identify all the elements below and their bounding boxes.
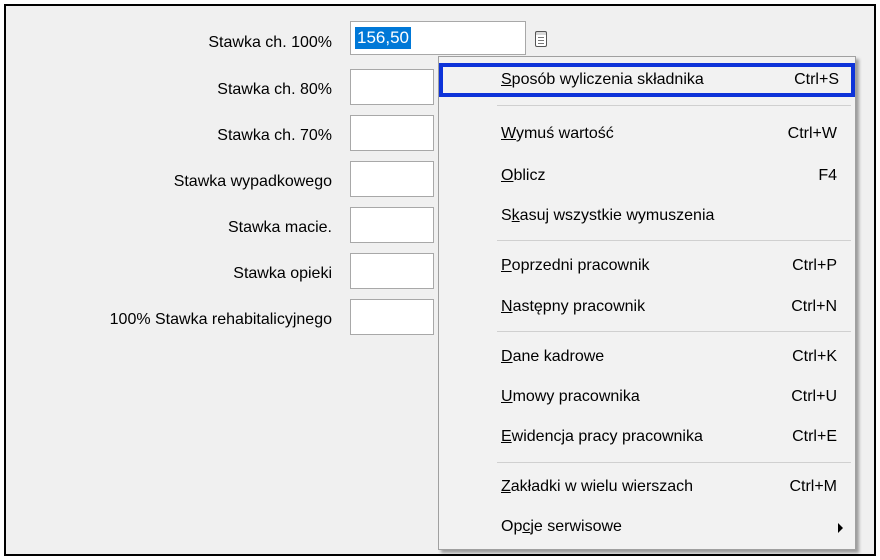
menu-item-zakladki-w-wielu-wierszach[interactable]: Zakładki w wielu wierszach Ctrl+M: [439, 470, 855, 504]
stawka-macie-input[interactable]: [350, 207, 434, 243]
selected-value-text: 156,50: [355, 27, 411, 49]
menu-item-label: Oblicz: [501, 167, 546, 184]
menu-item-shortcut: Ctrl+W: [787, 125, 837, 142]
menu-item-poprzedni-pracownik[interactable]: Poprzedni pracownik Ctrl+P: [439, 249, 855, 283]
menu-item-label: Zakładki w wielu wierszach: [501, 478, 694, 495]
menu-item-wymus-wartosc[interactable]: Wymuś wartość Ctrl+W: [439, 117, 855, 151]
stawka-70-input[interactable]: [350, 115, 434, 151]
menu-separator: [497, 240, 851, 241]
menu-item-shortcut: Ctrl+M: [789, 478, 837, 495]
menu-item-ewidencja-pracy[interactable]: Ewidencja pracy pracownika Ctrl+E: [439, 420, 855, 454]
menu-item-label: Ewidencja pracy pracownika: [501, 428, 703, 445]
calculator-icon[interactable]: [535, 31, 547, 47]
menu-item-shortcut: Ctrl+N: [791, 298, 837, 315]
label-stawka-100: Stawka ch. 100%: [208, 34, 332, 51]
menu-item-sposob-wyliczenia[interactable]: Sposób wyliczenia składnika Ctrl+S: [439, 63, 855, 97]
menu-item-opcje-serwisowe[interactable]: Opcje serwisowe: [439, 510, 855, 544]
menu-item-shortcut: Ctrl+S: [794, 71, 839, 88]
menu-item-skasuj-wymuszenia[interactable]: Skasuj wszystkie wymuszenia: [439, 199, 855, 233]
stawka-100-input[interactable]: 156,50: [350, 21, 526, 55]
menu-item-shortcut: Ctrl+U: [791, 388, 837, 405]
menu-item-umowy-pracownika[interactable]: Umowy pracownika Ctrl+U: [439, 380, 855, 414]
menu-separator: [497, 105, 851, 106]
menu-item-shortcut: F4: [818, 167, 837, 184]
stawka-80-input[interactable]: [350, 69, 434, 105]
menu-item-oblicz[interactable]: Oblicz F4: [439, 159, 855, 193]
chevron-right-icon: [838, 523, 843, 533]
menu-separator: [497, 462, 851, 463]
label-stawka-80: Stawka ch. 80%: [217, 81, 332, 98]
stawka-wypadkowego-input[interactable]: [350, 161, 434, 197]
menu-item-label: Poprzedni pracownik: [501, 257, 650, 274]
menu-item-shortcut: Ctrl+K: [792, 348, 837, 365]
label-stawka-rehabilitacyjnego: 100% Stawka rehabitalicyjnego: [109, 311, 332, 328]
menu-item-label: Wymuś wartość: [501, 125, 614, 142]
menu-item-dane-kadrowe[interactable]: Dane kadrowe Ctrl+K: [439, 340, 855, 374]
label-stawka-macie: Stawka macie.: [227, 219, 332, 236]
stawka-opieki-input[interactable]: [350, 253, 434, 289]
stawka-rehabilitacyjnego-input[interactable]: [350, 299, 434, 335]
label-stawka-wypadkowego: Stawka wypadkowego: [173, 173, 332, 190]
context-menu: Sposób wyliczenia składnika Ctrl+S Wymuś…: [438, 56, 856, 550]
menu-item-nastepny-pracownik[interactable]: Następny pracownik Ctrl+N: [439, 290, 855, 324]
menu-item-label: Sposób wyliczenia składnika: [501, 71, 704, 88]
menu-item-shortcut: Ctrl+P: [792, 257, 837, 274]
menu-separator: [497, 331, 851, 332]
form-panel: Stawka ch. 100% Stawka ch. 80% Stawka ch…: [4, 4, 876, 556]
menu-item-shortcut: Ctrl+E: [792, 428, 837, 445]
menu-item-label: Dane kadrowe: [501, 348, 605, 365]
label-stawka-70: Stawka ch. 70%: [217, 127, 332, 144]
menu-item-label: Opcje serwisowe: [501, 518, 622, 535]
menu-item-label: Następny pracownik: [501, 298, 646, 315]
menu-item-label: Skasuj wszystkie wymuszenia: [501, 207, 715, 224]
label-stawka-opieki: Stawka opieki: [233, 265, 332, 282]
menu-item-label: Umowy pracownika: [501, 388, 640, 405]
